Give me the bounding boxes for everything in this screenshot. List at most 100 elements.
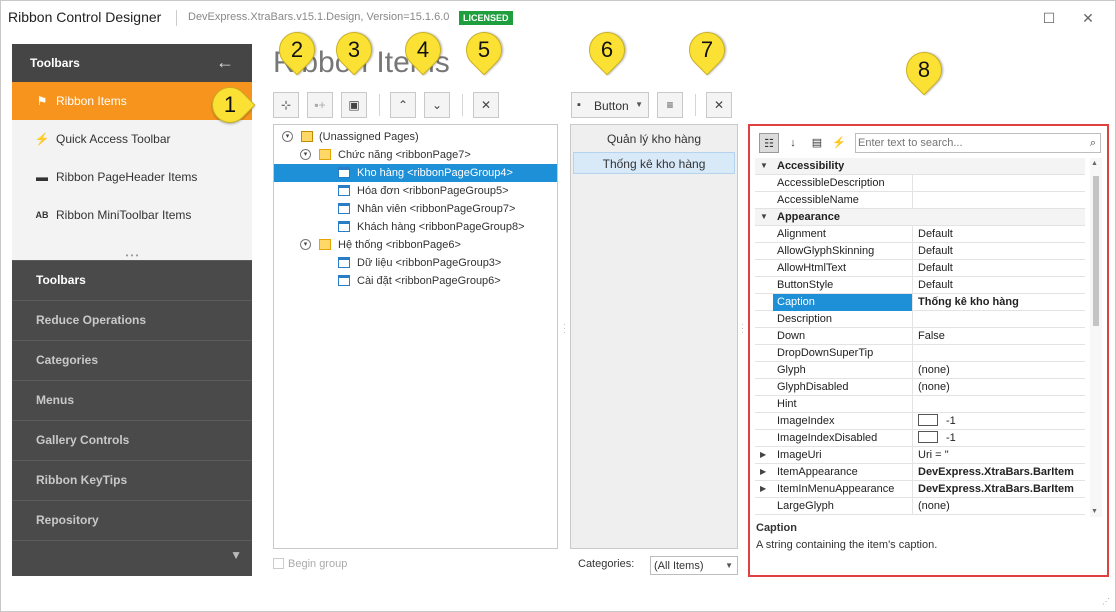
list-item[interactable]: Thống kê kho hàng [573, 152, 735, 174]
expand-icon[interactable]: ▾ [300, 149, 311, 160]
nav-item-quick-access-toolbar[interactable]: ⚡ Quick Access Toolbar [12, 120, 252, 158]
property-value[interactable]: (none) [914, 498, 1085, 515]
tree-node-page[interactable]: ▾ Hệ thống <ribbonPage6> [274, 236, 557, 254]
property-value[interactable]: -1 [914, 430, 1085, 447]
property-search[interactable]: ⌕ [855, 133, 1101, 153]
tree-node-group[interactable]: Kho hàng <ribbonPageGroup4> [274, 164, 557, 182]
add-item-to-group-button[interactable]: ≡ [657, 92, 683, 118]
items-list[interactable]: Quản lý kho hàng Thống kê kho hàng [570, 124, 738, 549]
property-row[interactable]: Alignment Default [755, 226, 1085, 243]
property-value[interactable]: (none) [914, 379, 1085, 396]
property-value[interactable] [914, 192, 1085, 209]
delete-item-button[interactable]: ✕ [706, 92, 732, 118]
property-search-input[interactable] [858, 136, 1078, 150]
property-row[interactable]: GlyphDisabled (none) [755, 379, 1085, 396]
maximize-icon[interactable]: ☐ [1041, 10, 1057, 26]
property-value[interactable]: Default [914, 226, 1085, 243]
nav-item-ribbon-pageheader-items[interactable]: ▬ Ribbon PageHeader Items [12, 158, 252, 196]
property-value[interactable]: Default [914, 277, 1085, 294]
expand-icon[interactable]: ▶ [760, 464, 766, 480]
property-row[interactable]: ▶ ImageUri Uri = '' [755, 447, 1085, 464]
nav-header[interactable]: Toolbars ← [12, 44, 252, 82]
property-value[interactable]: DevExpress.XtraBars.BarItem [914, 464, 1085, 481]
property-row[interactable]: Hint [755, 396, 1085, 413]
move-down-button[interactable]: ⌄ [424, 92, 450, 118]
property-row[interactable]: ▶ ItemInMenuAppearance DevExpress.XtraBars… [755, 481, 1085, 498]
property-scrollbar[interactable]: ▲ ▼ [1090, 158, 1102, 517]
ribbon-tree[interactable]: ▾ (Unassigned Pages) ▾ Chức năng <ribbon… [273, 124, 558, 549]
splitter-handle[interactable]: · · · [563, 320, 567, 337]
property-category[interactable]: ▼ Accessibility [755, 158, 1085, 175]
collapse-icon[interactable]: ▼ [760, 158, 768, 174]
lightning-icon[interactable]: ⚡ [829, 133, 849, 153]
categorized-icon[interactable]: ☷ [759, 133, 779, 153]
property-category[interactable]: ▼ Appearance [755, 209, 1085, 226]
nav-group-overflow[interactable]: ▼ [12, 540, 252, 576]
property-value[interactable]: False [914, 328, 1085, 345]
property-value[interactable]: Default [914, 243, 1085, 260]
property-value[interactable] [914, 345, 1085, 362]
tree-node-group[interactable]: Dữ liệu <ribbonPageGroup3> [274, 254, 557, 272]
property-value[interactable]: Thống kê kho hàng [914, 294, 1085, 311]
tree-node-page[interactable]: ▾ Chức năng <ribbonPage7> [274, 146, 557, 164]
property-row[interactable]: Description [755, 311, 1085, 328]
property-row[interactable]: AllowHtmlText Default [755, 260, 1085, 277]
tree-node-unassigned[interactable]: ▾ (Unassigned Pages) [274, 128, 557, 146]
property-row[interactable]: AccessibleDescription [755, 175, 1085, 192]
splitter-handle[interactable]: · · · [741, 320, 745, 337]
expand-icon[interactable]: ▶ [760, 481, 766, 497]
scroll-up-icon[interactable]: ▲ [1091, 160, 1098, 167]
property-pages-icon[interactable]: ▤ [807, 133, 827, 153]
property-value[interactable] [914, 175, 1085, 192]
close-icon[interactable]: ✕ [1080, 10, 1096, 26]
tree-node-group[interactable]: Nhân viên <ribbonPageGroup7> [274, 200, 557, 218]
property-row[interactable]: Glyph (none) [755, 362, 1085, 379]
property-row[interactable]: Down False [755, 328, 1085, 345]
nav-group-repository[interactable]: Repository [12, 500, 252, 538]
property-row[interactable]: ButtonStyle Default [755, 277, 1085, 294]
sort-alphabetical-icon[interactable]: ↓ [783, 133, 803, 153]
property-row[interactable]: DropDownSuperTip [755, 345, 1085, 362]
nav-group-categories[interactable]: Categories [12, 340, 252, 378]
property-row[interactable]: AccessibleName [755, 192, 1085, 209]
property-row[interactable]: AllowGlyphSkinning Default [755, 243, 1085, 260]
nav-item-ribbon-minitoolbar-items[interactable]: AB Ribbon MiniToolbar Items [12, 196, 252, 234]
arrow-left-icon[interactable]: ← [216, 52, 234, 73]
tree-node-group[interactable]: Hóa đơn <ribbonPageGroup5> [274, 182, 557, 200]
property-row[interactable]: LargeGlyph (none) [755, 498, 1085, 515]
tree-node-group[interactable]: Khách hàng <ribbonPageGroup8> [274, 218, 557, 236]
add-page-button[interactable]: ⊹ [273, 92, 299, 118]
property-row[interactable]: Caption Thống kê kho hàng [755, 294, 1085, 311]
property-value[interactable]: -1 [914, 413, 1085, 430]
resize-grip-icon[interactable]: ⋰ [1102, 597, 1110, 606]
move-up-button[interactable]: ⌃ [390, 92, 416, 118]
nav-group-toolbars[interactable]: Toolbars [12, 260, 252, 298]
property-value[interactable]: Uri = '' [914, 447, 1085, 464]
expand-icon[interactable]: ▾ [282, 131, 293, 142]
list-item[interactable]: Quản lý kho hàng [573, 128, 735, 150]
begin-group-checkbox[interactable]: Begin group [273, 558, 347, 570]
collapse-icon[interactable]: ▼ [760, 209, 768, 225]
add-item-dropdown-button[interactable]: ▪ Button ▼ [571, 92, 649, 118]
nav-group-reduce-operations[interactable]: Reduce Operations [12, 300, 252, 338]
scroll-down-icon[interactable]: ▼ [1091, 508, 1098, 515]
categories-select[interactable]: (All Items) ▼ [650, 556, 738, 575]
property-value[interactable]: DevExpress.XtraBars.BarItem [914, 481, 1085, 498]
nav-group-ribbon-keytips[interactable]: Ribbon KeyTips [12, 460, 252, 498]
chevron-down-icon[interactable]: ▼ [230, 548, 242, 562]
add-group-button[interactable]: ▪+ [307, 92, 333, 118]
tree-node-group[interactable]: Cài đặt <ribbonPageGroup6> [274, 272, 557, 290]
property-value[interactable] [914, 311, 1085, 328]
property-value[interactable]: (none) [914, 362, 1085, 379]
nav-group-menus[interactable]: Menus [12, 380, 252, 418]
delete-button[interactable]: ✕ [473, 92, 499, 118]
property-row[interactable]: ImageIndexDisabled -1 [755, 430, 1085, 447]
expand-icon[interactable]: ▶ [760, 447, 766, 463]
add-category-button[interactable]: ▣ [341, 92, 367, 118]
property-row[interactable]: ▶ ItemAppearance DevExpress.XtraBars.BarIt… [755, 464, 1085, 481]
expand-icon[interactable]: ▾ [300, 239, 311, 250]
scrollbar-thumb[interactable] [1093, 176, 1099, 326]
nav-group-gallery-controls[interactable]: Gallery Controls [12, 420, 252, 458]
property-value[interactable] [914, 396, 1085, 413]
property-row[interactable]: ImageIndex -1 [755, 413, 1085, 430]
